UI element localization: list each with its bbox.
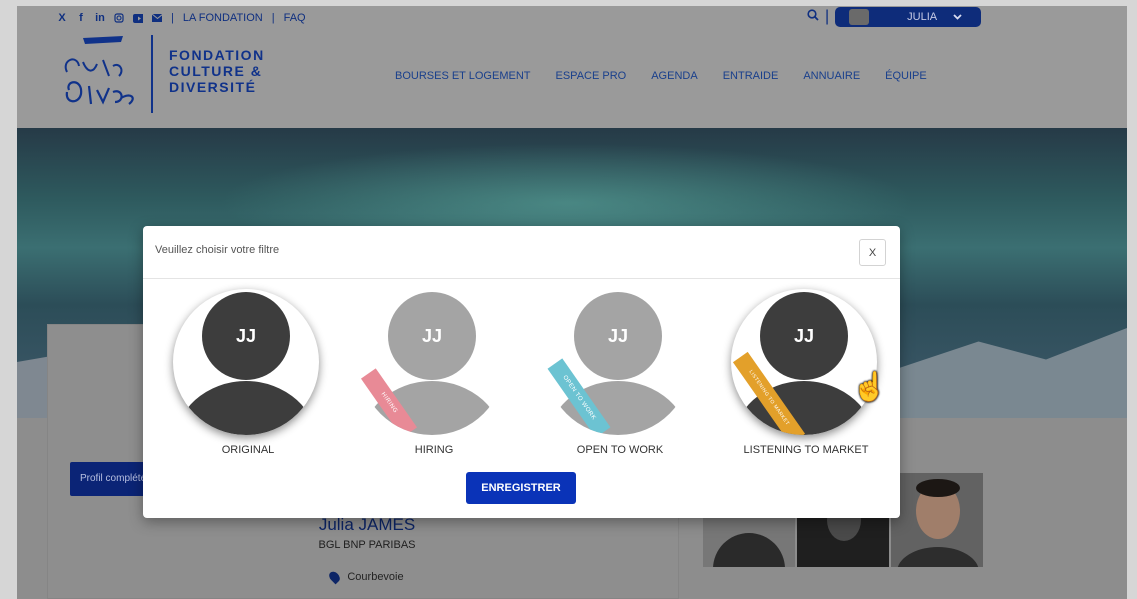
x-icon[interactable]: X — [57, 12, 67, 24]
facebook-icon[interactable]: f — [76, 12, 86, 24]
avatar-head: JJ — [388, 292, 476, 380]
placeholder-body — [713, 533, 785, 567]
avatar-initials: JJ — [793, 325, 815, 346]
modal-title: Veuillez choisir votre filtre — [155, 244, 280, 256]
nav-agenda[interactable]: AGENDA — [651, 70, 697, 82]
search-icon[interactable] — [807, 8, 819, 26]
top-right: | JULIA — [807, 7, 982, 27]
youtube-icon[interactable] — [133, 12, 143, 24]
option-label: ORIGINAL — [221, 444, 275, 456]
filter-option-open-to-work[interactable]: JJ OPEN TO WORK OPEN TO WORK — [525, 289, 695, 464]
avatar-initials: JJ — [421, 325, 443, 346]
profile-name: Julia JAMES — [318, 515, 416, 534]
avatar-preview: JJ LISTENING TO MARKET — [731, 289, 877, 435]
user-menu-button[interactable]: JULIA — [835, 7, 982, 27]
filter-option-hiring[interactable]: JJ HIRING HIRING — [339, 289, 509, 464]
option-label: OPEN TO WORK — [576, 444, 664, 456]
location-text: Courbevoie — [347, 571, 404, 583]
profile-complete-button[interactable]: Profil complété — [70, 462, 150, 496]
link-faq[interactable]: FAQ — [284, 12, 306, 24]
separator: | — [171, 12, 174, 24]
member-photo[interactable] — [891, 473, 983, 567]
save-button[interactable]: ENREGISTRER — [466, 472, 576, 504]
profile-location: Courbevoie — [217, 569, 517, 585]
location-pin-icon — [327, 569, 343, 585]
user-name: JULIA — [907, 11, 938, 23]
hand-cursor-icon: ☝ — [852, 371, 887, 402]
instagram-icon[interactable] — [114, 12, 124, 24]
avatar-preview: JJ — [173, 289, 319, 435]
nav-annuaire[interactable]: ANNUAIRE — [803, 70, 860, 82]
avatar-head: JJ — [760, 292, 848, 380]
option-label: HIRING — [414, 444, 454, 456]
linkedin-icon[interactable]: in — [95, 12, 105, 24]
avatar-head: JJ — [574, 292, 662, 380]
avatar-initials: JJ — [607, 325, 629, 346]
nav-equipe[interactable]: ÉQUIPE — [885, 70, 927, 82]
photo-shoulders — [897, 547, 979, 567]
avatar-initials: JJ — [235, 325, 257, 346]
email-icon[interactable] — [152, 12, 162, 24]
avatar — [849, 9, 870, 25]
nav-entraide[interactable]: ENTRAIDE — [723, 70, 779, 82]
main-nav: BOURSES ET LOGEMENT ESPACE PRO AGENDA EN… — [395, 70, 927, 82]
option-label: LISTENING TO MARKET — [743, 444, 869, 456]
photo-hair — [916, 479, 960, 497]
logo-divider — [151, 35, 153, 113]
avatar-preview: JJ HIRING — [359, 289, 505, 435]
site-header: X f in | LA FONDATION | FAQ | JULIA FOND… — [17, 6, 1127, 128]
nav-espace-pro[interactable]: ESPACE PRO — [556, 70, 627, 82]
chevron-down-icon — [953, 11, 962, 23]
logo[interactable] — [53, 32, 143, 120]
separator: | — [825, 8, 830, 25]
filter-option-original[interactable]: JJ ORIGINAL — [153, 289, 323, 464]
close-button[interactable]: X — [859, 239, 886, 266]
filter-modal: Veuillez choisir votre filtre X JJ ORIGI… — [143, 226, 900, 518]
link-la-fondation[interactable]: LA FONDATION — [183, 12, 263, 24]
avatar-head: JJ — [202, 292, 290, 380]
divider — [143, 278, 900, 279]
top-bar: X f in | LA FONDATION | FAQ — [57, 10, 306, 26]
nav-bourses-et-logement[interactable]: BOURSES ET LOGEMENT — [395, 70, 531, 82]
separator: | — [271, 12, 275, 24]
avatar-preview: JJ OPEN TO WORK — [545, 289, 691, 435]
logo-text: FONDATION CULTURE & DIVERSITÉ — [169, 47, 265, 95]
profile-company: BGL BNP PARIBAS — [318, 539, 416, 551]
